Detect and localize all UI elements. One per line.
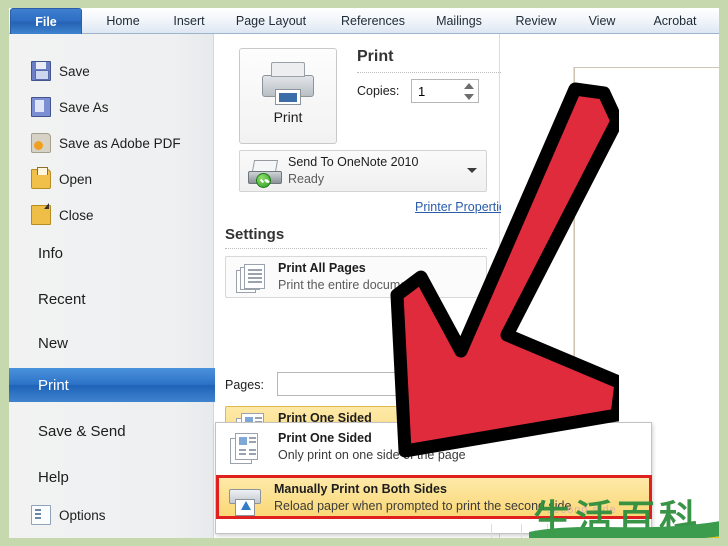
printer-small-icon — [246, 159, 284, 188]
sidebar-item-close[interactable]: Close — [9, 198, 214, 232]
copies-label: Copies: — [357, 84, 400, 98]
print-button[interactable]: Print — [239, 48, 337, 144]
ribbon-tab-view[interactable]: View — [575, 8, 629, 34]
ribbon-tab-review[interactable]: Review — [503, 8, 569, 34]
pane-divider — [491, 524, 492, 538]
sidebar-item-info[interactable]: Info — [9, 236, 214, 270]
options-icon — [31, 505, 51, 525]
sidebar-item-open[interactable]: Open — [9, 162, 214, 196]
sidebar-item-save-as[interactable]: Save As — [9, 90, 214, 124]
sidebar-item-print[interactable]: Print — [9, 368, 228, 402]
ribbon-tab-mailings[interactable]: Mailings — [423, 8, 495, 34]
sidebar-item-exit[interactable]: Exit — [9, 532, 214, 538]
sidebar-item-label: Save & Send — [38, 422, 126, 440]
ribbon-tab-page-layout[interactable]: Page Layout — [221, 8, 321, 34]
print-range-subtitle: Print the entire document — [278, 278, 418, 292]
settings-heading: Settings — [225, 226, 285, 243]
printer-name: Send To OneNote 2010 — [288, 155, 419, 169]
option-title: Manually Print on Both Sides — [274, 482, 447, 496]
close-folder-icon — [31, 203, 51, 225]
ribbon-tab-references[interactable]: References — [327, 8, 419, 34]
option-subtitle: Reload paper when prompted to print the … — [274, 499, 572, 513]
watermark-swoosh — [529, 521, 719, 538]
ribbon-tab-home[interactable]: Home — [93, 8, 153, 34]
pane-divider — [521, 524, 522, 538]
sidebar-item-label: Recent — [38, 290, 86, 308]
sidebar-item-help[interactable]: Help — [9, 460, 214, 494]
save-as-icon — [31, 97, 51, 117]
floppy-disk-icon — [31, 61, 51, 81]
print-range-title: Print All Pages — [278, 261, 366, 275]
sidebar-item-label: Open — [59, 171, 93, 187]
print-button-label: Print — [273, 109, 303, 125]
sidebar-item-options[interactable]: Options — [9, 498, 214, 532]
print-heading: Print — [357, 48, 394, 65]
sidebar-item-label: Save — [59, 63, 90, 79]
stepper-down-icon[interactable] — [464, 94, 474, 100]
sidebar-item-save-send[interactable]: Save & Send — [9, 414, 214, 448]
ribbon-tab-bar: File Home Insert Page Layout References Maili… — [9, 8, 719, 34]
backstage-sidebar: Save Save As Save as Adobe PDF Open Close Inf… — [9, 34, 228, 538]
ribbon-tab-insert[interactable]: Insert — [159, 8, 219, 34]
dropdown-option-manual-duplex[interactable]: Manually Print on Both Sides Reload pape… — [216, 475, 652, 519]
chevron-down-icon[interactable] — [467, 168, 477, 173]
open-folder-icon — [31, 167, 51, 189]
sidebar-item-label: Info — [38, 244, 64, 262]
duplex-printer-icon — [227, 483, 263, 517]
documents-stack-icon — [236, 264, 268, 294]
sidebar-item-recent[interactable]: Recent — [9, 282, 214, 316]
ribbon-tab-file[interactable]: File — [10, 8, 82, 34]
sidebar-item-label: New — [38, 334, 69, 352]
printer-status: Ready — [288, 172, 325, 186]
sidebar-item-new[interactable]: New — [9, 326, 214, 360]
screenshot-root: File Home Insert Page Layout References Maili… — [0, 0, 728, 546]
printer-properties-link[interactable]: Printer Properties — [415, 200, 512, 214]
printer-select[interactable]: Send To OneNote 2010 Ready — [239, 150, 487, 192]
dropdown-option-one-sided[interactable]: Print One Sided Only print on one side o… — [220, 427, 648, 471]
sidebar-item-save-as-adobe-pdf[interactable]: Save as Adobe PDF — [9, 126, 214, 160]
option-subtitle: Only print on one side of the page — [278, 448, 466, 462]
one-sided-page-icon — [230, 433, 262, 465]
sidebar-item-label: Save as Adobe PDF — [59, 135, 181, 151]
pages-label: Pages: — [225, 378, 264, 392]
adobe-pdf-icon — [31, 133, 51, 153]
pages-input[interactable] — [277, 372, 487, 396]
sidebar-item-label: Print — [38, 376, 69, 394]
print-range-select[interactable]: Print All Pages Print the entire documen… — [225, 256, 487, 298]
stepper-up-icon[interactable] — [464, 83, 474, 89]
sidebar-item-label: Options — [59, 507, 106, 523]
settings-divider — [225, 248, 487, 249]
sidebar-item-label: Save As — [59, 99, 109, 115]
printer-icon — [260, 59, 316, 107]
sidebar-item-label: Help — [38, 468, 69, 486]
sidebar-item-save[interactable]: Save — [9, 54, 214, 88]
sidebar-item-label: Close — [59, 207, 94, 223]
word-backstage-window: File Home Insert Page Layout References Maili… — [9, 8, 719, 538]
ribbon-tab-acrobat[interactable]: Acrobat — [635, 8, 715, 34]
option-title: Print One Sided — [278, 431, 372, 445]
